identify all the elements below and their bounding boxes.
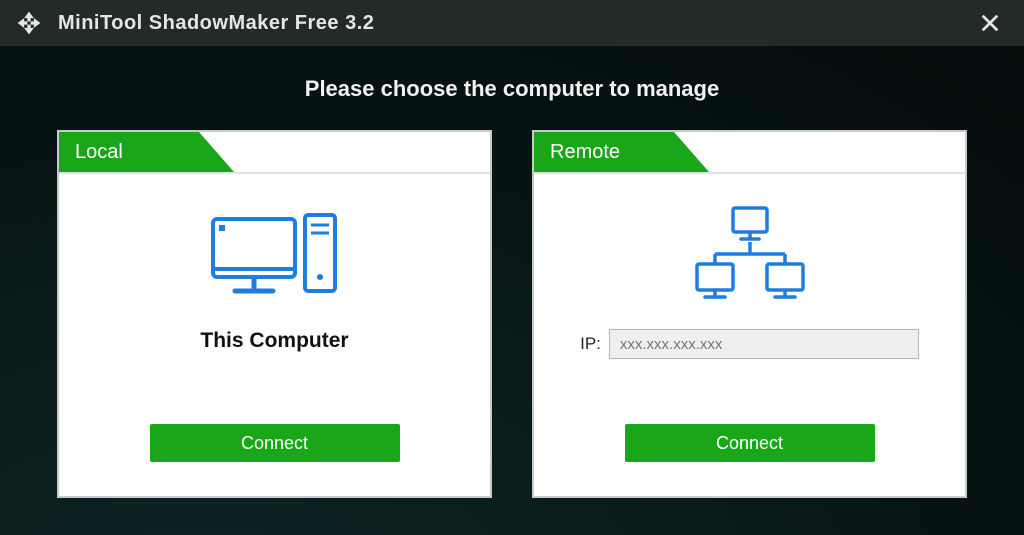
local-tab-row: Local (59, 132, 490, 174)
ip-input[interactable] (609, 329, 919, 359)
app-title: MiniTool ShadowMaker Free 3.2 (58, 12, 374, 35)
remote-connect-button[interactable]: Connect (625, 424, 875, 462)
this-computer-label: This Computer (200, 329, 348, 353)
local-connect-button[interactable]: Connect (150, 424, 400, 462)
remote-tab: Remote (534, 132, 709, 172)
close-button[interactable] (970, 8, 1010, 38)
cards-container: Local This Computer Conne (0, 130, 1024, 498)
app-logo-icon (14, 8, 44, 38)
ip-row: IP: (580, 329, 919, 359)
remote-tab-row: Remote (534, 132, 965, 174)
local-tab: Local (59, 132, 234, 172)
close-icon (979, 12, 1001, 34)
titlebar: MiniTool ShadowMaker Free 3.2 (0, 0, 1024, 46)
choose-computer-prompt: Please choose the computer to manage (0, 76, 1024, 102)
remote-network-icon (675, 184, 825, 329)
local-computer-icon (205, 184, 345, 329)
remote-card: Remote (532, 130, 967, 498)
ip-label: IP: (580, 334, 601, 354)
local-card: Local This Computer Conne (57, 130, 492, 498)
